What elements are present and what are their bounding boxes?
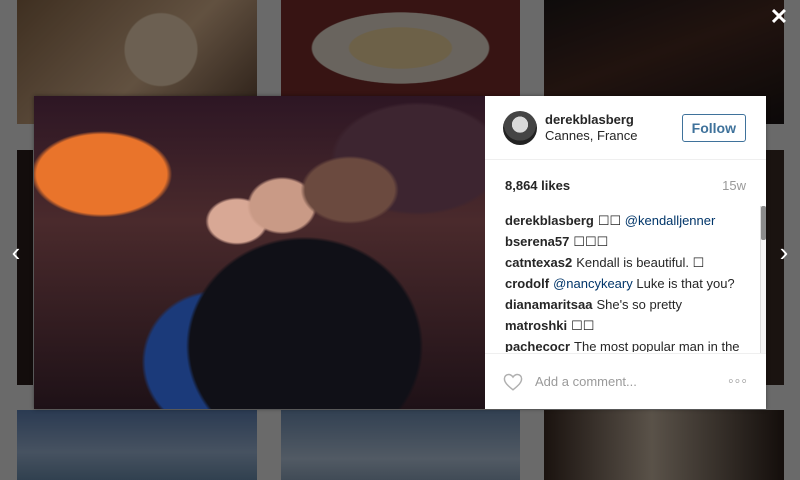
comment-author[interactable]: matroshki xyxy=(505,318,567,333)
comment-item: bserena57 ☐☐☐ xyxy=(505,231,742,252)
comment-item: crodolf @nancykeary Luke is that you? xyxy=(505,273,742,294)
avatar[interactable] xyxy=(503,110,537,145)
comment-author[interactable]: crodolf xyxy=(505,276,549,291)
author-block: derekblasberg Cannes, France xyxy=(545,112,682,143)
more-options-icon[interactable]: ◦◦◦ xyxy=(728,373,748,391)
post-age: 15w xyxy=(722,177,746,193)
follow-button[interactable]: Follow xyxy=(681,113,746,142)
comment-item: dianamaritsaa She's so pretty xyxy=(505,294,742,315)
close-icon[interactable]: ✕ xyxy=(768,6,790,28)
comment-text: Kendall is beautiful. ☐ xyxy=(576,255,705,270)
comments-list[interactable]: derekblasberg ☐☐ @kendalljenner bserena57… xyxy=(485,210,762,352)
comment-mention[interactable]: @kendalljenner xyxy=(625,213,716,228)
post-header: derekblasberg Cannes, France Follow xyxy=(485,96,766,160)
comment-item: catntexas2 Kendall is beautiful. ☐ xyxy=(505,252,742,273)
post-photo[interactable] xyxy=(34,96,485,409)
comment-item: matroshki ☐☐ xyxy=(505,315,742,336)
post-modal: derekblasberg Cannes, France Follow 8,86… xyxy=(34,96,766,409)
post-sidebar: derekblasberg Cannes, France Follow 8,86… xyxy=(485,96,766,409)
comment-author[interactable]: pachecocr xyxy=(505,339,570,352)
comment-text: ☐☐ xyxy=(597,213,625,228)
comment-author[interactable]: bserena57 xyxy=(505,234,569,249)
chevron-right-icon[interactable]: › xyxy=(772,238,796,266)
comment-text: Luke is that you? xyxy=(632,276,735,291)
comment-author[interactable]: catntexas2 xyxy=(505,255,572,270)
comment-item: derekblasberg ☐☐ @kendalljenner xyxy=(505,210,742,231)
comment-text: ☐☐☐ xyxy=(573,234,609,249)
comments-scrollbar[interactable] xyxy=(760,206,766,354)
comment-text: She's so pretty xyxy=(596,297,683,312)
comment-author[interactable]: dianamaritsaa xyxy=(505,297,592,312)
comment-text: ☐☐ xyxy=(571,318,595,333)
heart-icon[interactable] xyxy=(503,373,523,391)
chevron-left-icon[interactable]: ‹ xyxy=(4,238,28,266)
comment-item: pachecocr The most popular man in the xyxy=(505,336,742,352)
comment-mention[interactable]: @nancykeary xyxy=(553,276,633,291)
comment-author[interactable]: derekblasberg xyxy=(505,213,594,228)
post-stats: 8,864 likes 15w xyxy=(485,160,766,210)
likes-count[interactable]: 8,864 likes xyxy=(505,178,570,193)
comment-text: The most popular man in the xyxy=(574,339,740,352)
add-comment-input[interactable] xyxy=(533,373,728,390)
post-location[interactable]: Cannes, France xyxy=(545,128,682,143)
scrollbar-thumb[interactable] xyxy=(761,206,766,240)
author-username[interactable]: derekblasberg xyxy=(545,112,682,127)
comment-composer: ◦◦◦ xyxy=(485,353,766,409)
